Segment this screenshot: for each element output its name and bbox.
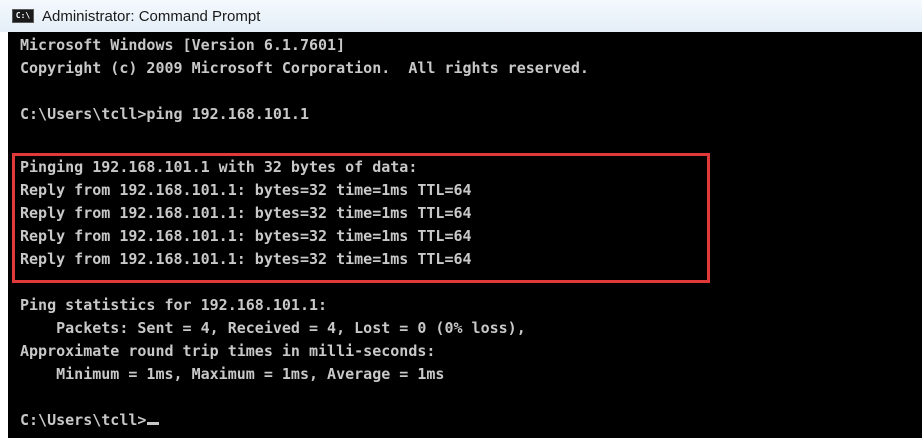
console-line: Ping statistics for 192.168.101.1: [20, 296, 328, 314]
title-bar[interactable]: C:\ Administrator: Command Prompt [0, 0, 922, 32]
prompt-line[interactable]: C:\Users\tcll> [20, 409, 160, 432]
text-cursor [147, 422, 160, 425]
prompt-text: C:\Users\tcll> [20, 411, 147, 429]
console-line: Packets: Sent = 4, Received = 4, Lost = … [20, 319, 526, 337]
cmd-icon: C:\ [12, 9, 34, 23]
console-line: Minimum = 1ms, Maximum = 1ms, Average = … [20, 365, 445, 383]
console-line: Copyright (c) 2009 Microsoft Corporation… [20, 59, 589, 77]
window-title: Administrator: Command Prompt [42, 7, 261, 25]
highlight-annotation-box [12, 153, 710, 283]
console-line: Microsoft Windows [Version 6.1.7601] [20, 36, 346, 54]
command-prompt-window: C:\ Administrator: Command Prompt Micros… [0, 0, 922, 438]
console-line: Approximate round trip times in milli-se… [20, 342, 436, 360]
console-output[interactable]: Microsoft Windows [Version 6.1.7601] Cop… [8, 32, 922, 438]
console-line: C:\Users\tcll>ping 192.168.101.1 [20, 105, 309, 123]
